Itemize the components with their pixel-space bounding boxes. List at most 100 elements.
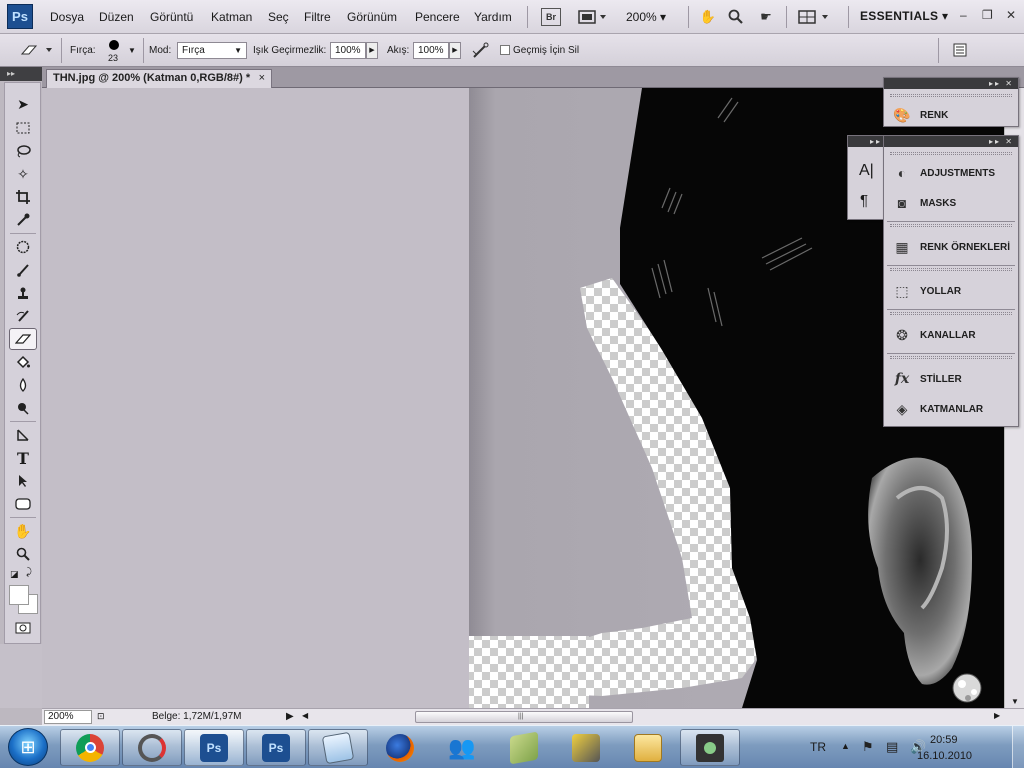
brush-preview[interactable] [109,40,119,50]
transparent-strip [469,636,589,708]
mode-select[interactable]: Fırça ▼ [177,42,247,59]
paint-bucket-tool[interactable] [9,351,37,373]
crop-tool[interactable] [9,186,37,208]
dodge-tool[interactable] [9,397,37,419]
taskbar-photoshop-active[interactable]: Ps [184,729,244,766]
type-tool[interactable]: T [9,447,37,469]
lasso-tool[interactable] [9,140,37,162]
show-desktop-button[interactable] [1012,726,1024,768]
network-icon[interactable]: ▤ [886,739,898,755]
crop-icon [16,190,30,204]
menu-file[interactable]: Dosya [50,10,84,24]
menu-help[interactable]: Yardım [474,10,512,24]
zoom-dropdown[interactable]: 200% ▾ [626,10,666,24]
pen-tool[interactable] [9,424,37,446]
airbrush-button[interactable] [471,42,491,63]
menu-window[interactable]: Pencere [415,10,460,24]
taskbar-app-2[interactable] [122,729,182,766]
panel-item-channels[interactable]: ❂ KANALLAR [884,320,1018,350]
taskbar-firefox[interactable] [370,729,430,766]
brush-tool[interactable] [9,259,37,281]
menu-select[interactable]: Seç [268,10,289,24]
menu-filter[interactable]: Filtre [304,10,331,24]
rotate-view-button[interactable]: ☛ [756,7,776,27]
menu-layer[interactable]: Katman [211,10,252,24]
clone-stamp-tool[interactable] [9,282,37,304]
eyedropper-tool[interactable] [9,209,37,231]
scroll-right-icon[interactable]: ▶ [994,711,1000,720]
start-button[interactable]: ⊞ [8,728,48,766]
healing-brush-tool[interactable] [9,236,37,258]
language-indicator[interactable]: TR [810,740,826,754]
close-tab-icon[interactable]: × [259,70,265,87]
erase-to-history-checkbox[interactable] [500,45,510,55]
zoom-field[interactable]: 200% [44,710,92,724]
taskbar-chrome[interactable] [60,729,120,766]
opacity-field[interactable]: 100% [330,42,366,59]
show-hidden-icons-icon[interactable]: ▲ [841,741,850,751]
view-extras-button[interactable] [576,7,610,27]
panel-header[interactable]: ▸▸ [848,136,886,147]
status-menu-arrow-icon[interactable]: ▶ [286,711,294,722]
panel-item-masks[interactable]: ◙ MASKS [884,188,1018,218]
arrange-documents-button[interactable] [797,7,833,27]
clock-time[interactable]: 20:59 [930,734,958,746]
marquee-tool[interactable] [9,117,37,139]
taskbar-notes[interactable] [308,729,368,766]
magic-wand-tool[interactable]: ✧ [9,163,37,185]
panel-item-adjustments[interactable]: ◐ ADJUSTMENTS [884,158,1018,188]
status-options-icon[interactable]: ⊡ [97,711,105,722]
character-icon[interactable]: A| [859,162,874,180]
history-brush-tool[interactable] [9,305,37,327]
hand-tool[interactable]: ✋ [9,520,37,542]
panel-item-layers[interactable]: ◈ KATMANLAR [884,394,1018,424]
close-icon[interactable]: ✕ [1006,8,1016,22]
horizontal-scroll-thumb[interactable]: ||| [415,711,633,723]
taskbar-maps[interactable] [494,729,554,766]
panel-toggle-button[interactable] [952,42,968,61]
workspace-switcher[interactable]: ESSENTIALS ▾ [860,9,948,23]
blur-tool[interactable] [9,374,37,396]
flow-slider-arrow[interactable]: ▶ [449,42,461,59]
panel-item-swatches[interactable]: ▦ RENK ÖRNEKLERİ [884,232,1018,262]
quick-mask-button[interactable] [9,617,37,639]
taskbar-explorer[interactable] [618,729,678,766]
panel-header[interactable]: ▸▸ ✕ [884,78,1018,89]
taskbar-media[interactable] [556,729,616,766]
scroll-down-icon[interactable]: ▼ [1011,697,1019,706]
action-center-icon[interactable]: ⚑ [862,739,874,755]
clock-date[interactable]: 16.10.2010 [917,750,972,762]
foreground-color-swatch[interactable] [9,585,29,605]
erase-to-history-label: Geçmiş İçin Sil [513,45,580,56]
bridge-button[interactable]: Br [541,8,561,26]
taskbar-messenger[interactable]: 👥 [432,729,492,766]
flow-field[interactable]: 100% [413,42,449,59]
panel-item-paths[interactable]: ⬚ YOLLAR [884,276,1018,306]
opacity-slider-arrow[interactable]: ▶ [366,42,378,59]
zoom-tool-button[interactable] [726,7,746,27]
panel-header[interactable]: ▸▸ ✕ [884,136,1018,147]
taskbar-photoshop[interactable]: Ps [246,729,306,766]
shape-tool[interactable] [9,493,37,515]
move-tool[interactable]: ➤ [9,93,37,115]
menu-edit[interactable]: Düzen [99,10,134,24]
eraser-tool[interactable] [9,328,37,350]
hand-tool-button[interactable]: ✋ [698,7,718,27]
document-tab[interactable]: THN.jpg @ 200% (Katman 0,RGB/8#) * × [46,69,272,88]
panel-item-styles[interactable]: fx STİLLER [884,364,1018,394]
path-selection-tool[interactable] [9,470,37,492]
taskbar-media-player[interactable] [680,729,740,766]
default-colors-icon[interactable]: ◪ [10,569,19,580]
minimize-icon[interactable]: – [960,8,967,22]
panel-item-color[interactable]: 🎨 RENK [884,100,1018,130]
menu-view[interactable]: Görünüm [347,10,397,24]
scroll-left-icon[interactable]: ◀ [302,711,308,720]
tool-preset-picker[interactable] [20,42,54,61]
zoom-tool[interactable] [9,543,37,565]
tools-panel-header[interactable]: ▸▸ [0,67,42,81]
paragraph-icon[interactable]: ¶ [860,192,868,209]
swap-colors-icon[interactable]: ⤸ [26,567,32,578]
menu-image[interactable]: Görüntü [150,10,193,24]
brush-picker-chevron-icon[interactable]: ▼ [128,46,136,55]
restore-icon[interactable]: ❐ [982,8,993,22]
